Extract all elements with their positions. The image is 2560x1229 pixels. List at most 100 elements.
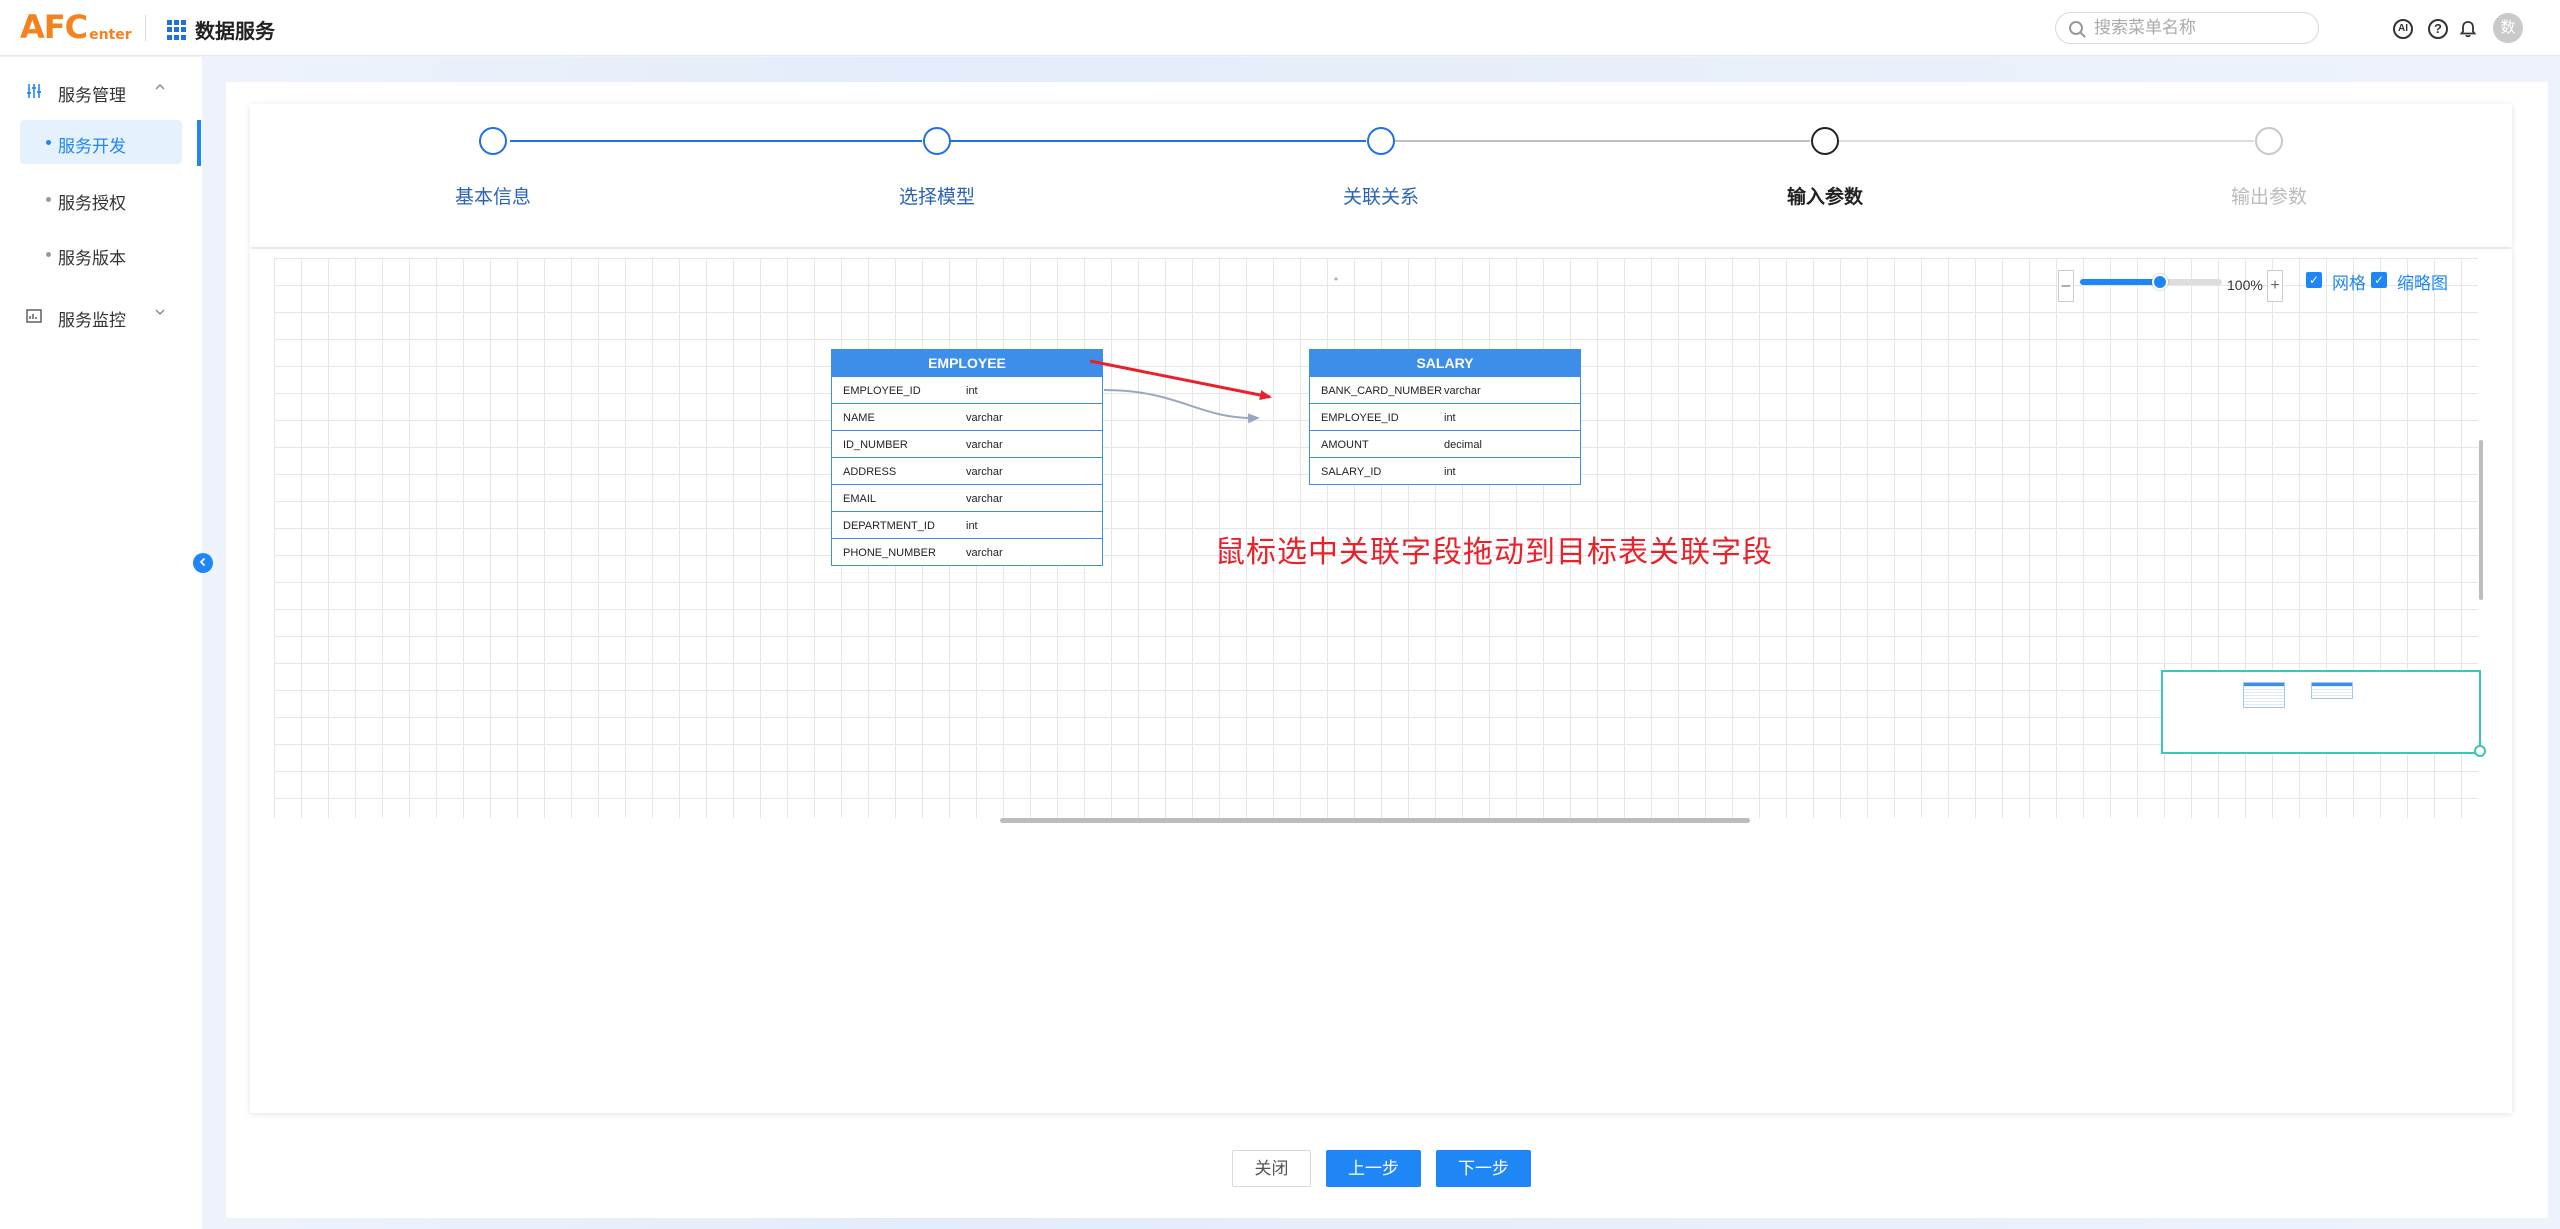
field-type: int <box>966 520 978 532</box>
er-table-employee[interactable]: EMPLOYEE EMPLOYEE_ID int NAME varchar ID_N… <box>831 349 1103 566</box>
er-field-row[interactable]: PHONE_NUMBER varchar <box>832 538 1102 565</box>
minimap-checkbox-label[interactable]: 缩略图 <box>2397 269 2448 294</box>
minimap-table-employee <box>2243 682 2285 708</box>
menu-item-dot <box>46 197 51 202</box>
er-field-row[interactable]: EMPLOYEE_ID int <box>832 376 1102 403</box>
step-connector <box>1838 140 2254 142</box>
step-connector <box>950 140 1366 142</box>
sidebar-item-service-development[interactable]: 服务开发 <box>20 120 182 164</box>
menu-group-label: 服务管理 <box>58 86 126 105</box>
step-2-circle[interactable] <box>923 127 951 155</box>
er-field-row[interactable]: NAME varchar <box>832 403 1102 430</box>
field-name: EMPLOYEE_ID <box>1321 412 1399 424</box>
field-type: varchar <box>1444 385 1481 397</box>
er-table-header[interactable]: EMPLOYEE <box>832 350 1102 376</box>
zoom-slider[interactable] <box>2080 274 2222 290</box>
logo-text-main: AFC <box>20 8 88 46</box>
menu-item-dot <box>46 252 51 257</box>
field-name: DEPARTMENT_ID <box>843 520 935 532</box>
app-title: 数据服务 <box>195 21 275 43</box>
zoom-slider-fill <box>2080 279 2160 285</box>
next-step-button[interactable]: 下一步 <box>1436 1150 1531 1187</box>
sidebar-active-indicator <box>197 120 201 166</box>
field-type: varchar <box>966 493 1003 505</box>
zoom-out-button[interactable]: – <box>2058 270 2074 302</box>
field-name: SALARY_ID <box>1321 466 1382 478</box>
step-1-circle[interactable] <box>479 127 507 155</box>
er-field-row[interactable]: AMOUNT decimal <box>1310 430 1580 457</box>
canvas-minimap[interactable] <box>2161 670 2481 754</box>
er-field-row[interactable]: DEPARTMENT_ID int <box>832 511 1102 538</box>
zoom-slider-handle[interactable] <box>2151 274 2168 290</box>
sidebar-collapse-button[interactable] <box>193 553 213 573</box>
step-4-label: 输入参数 <box>1786 187 1863 208</box>
notification-bell-icon[interactable] <box>2459 20 2477 38</box>
field-name: EMPLOYEE_ID <box>843 385 921 397</box>
er-table-header[interactable]: SALARY <box>1310 350 1580 376</box>
step-2-label: 选择模型 <box>898 187 975 208</box>
step-3-circle[interactable] <box>1367 127 1395 155</box>
field-type: int <box>1444 412 1456 424</box>
chevron-down-icon <box>154 305 166 321</box>
top-bar: AFC enter 数据服务 AI ? 数 <box>0 0 2560 56</box>
help-icon[interactable]: ? <box>2428 19 2448 39</box>
er-field-row[interactable]: ID_NUMBER varchar <box>832 430 1102 457</box>
field-type: decimal <box>1444 439 1482 451</box>
menu-group-service-management[interactable]: 服务管理 <box>0 70 202 110</box>
afcenter-logo[interactable]: AFC enter <box>20 10 132 44</box>
zoom-in-button[interactable]: + <box>2267 270 2283 302</box>
er-table-salary[interactable]: SALARY BANK_CARD_NUMBER varchar EMPLOYEE_… <box>1309 349 1581 485</box>
menu-item-label: 服务授权 <box>58 194 126 213</box>
previous-step-button[interactable]: 上一步 <box>1326 1150 1421 1187</box>
menu-search-box[interactable] <box>2055 12 2319 44</box>
field-name: PHONE_NUMBER <box>843 547 936 559</box>
canvas-vertical-scrollbar[interactable] <box>2479 440 2483 600</box>
field-name: ID_NUMBER <box>843 439 908 451</box>
step-3-label: 关联关系 <box>1342 187 1419 208</box>
search-icon <box>2069 21 2083 35</box>
chevron-up-icon <box>154 80 166 96</box>
er-field-row[interactable]: ADDRESS varchar <box>832 457 1102 484</box>
er-field-row[interactable]: SALARY_ID int <box>1310 457 1580 484</box>
step-5-label: 输出参数 <box>2230 187 2307 208</box>
chart-box-icon <box>26 308 42 329</box>
menu-group-service-monitoring[interactable]: 服务监控 <box>0 295 202 335</box>
minimap-checkbox[interactable]: ✓ <box>2371 272 2387 288</box>
apps-grid-icon[interactable] <box>167 20 187 40</box>
grid-checkbox-label[interactable]: 网格 <box>2332 269 2366 294</box>
menu-search-input[interactable] <box>2094 18 2309 38</box>
step-connector <box>510 140 922 142</box>
logo-text-sub: enter <box>89 27 132 43</box>
user-avatar[interactable]: 数 <box>2493 13 2523 43</box>
zoom-value: 100% <box>2227 277 2263 293</box>
field-name: AMOUNT <box>1321 439 1369 451</box>
step-5-circle[interactable] <box>2255 127 2283 155</box>
step-connector <box>1394 140 1810 142</box>
menu-group-label: 服务监控 <box>58 311 126 330</box>
field-type: varchar <box>966 547 1003 559</box>
menu-item-label: 服务开发 <box>58 137 126 156</box>
field-name: BANK_CARD_NUMBER <box>1321 385 1443 397</box>
sidebar: 服务管理 服务开发 服务授权 服务版本 服务监控 <box>0 57 202 1229</box>
er-field-row[interactable]: EMPLOYEE_ID int <box>1310 403 1580 430</box>
sidebar-item-service-authorization[interactable]: 服务授权 <box>20 177 182 221</box>
grid-checkbox[interactable]: ✓ <box>2306 272 2322 288</box>
sidebar-item-service-version[interactable]: 服务版本 <box>20 232 182 276</box>
menu-item-label: 服务版本 <box>58 249 126 268</box>
er-field-row[interactable]: EMAIL varchar <box>832 484 1102 511</box>
chevron-left-icon <box>199 557 206 567</box>
close-button[interactable]: 关闭 <box>1232 1150 1311 1187</box>
wizard-steps <box>250 104 2512 247</box>
field-name: EMAIL <box>843 493 877 505</box>
field-type: varchar <box>966 439 1003 451</box>
field-type: int <box>1444 466 1456 478</box>
ai-assistant-icon[interactable]: AI <box>2393 19 2413 39</box>
field-name: ADDRESS <box>843 466 897 478</box>
canvas-horizontal-scrollbar[interactable] <box>1000 818 1750 823</box>
sliders-icon <box>26 83 42 104</box>
instruction-annotation: 鼠标选中关联字段拖动到目标表关联字段 <box>1215 535 1773 570</box>
er-field-row[interactable]: BANK_CARD_NUMBER varchar <box>1310 376 1580 403</box>
minimap-resize-handle[interactable] <box>2474 745 2486 757</box>
step-1-label: 基本信息 <box>454 187 531 208</box>
step-4-circle[interactable] <box>1811 127 1839 155</box>
